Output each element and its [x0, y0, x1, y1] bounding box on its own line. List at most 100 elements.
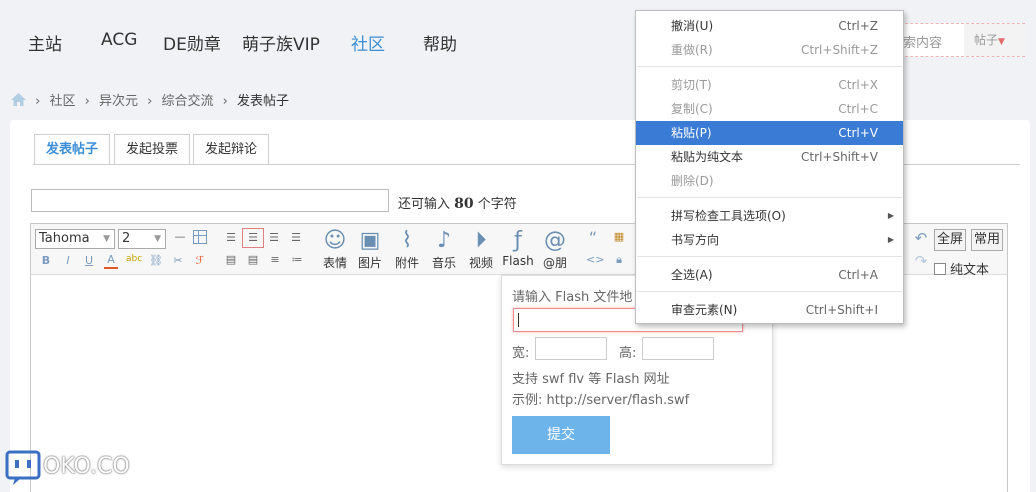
title-input[interactable] [31, 189, 389, 212]
context-menu: 撤消(U) Ctrl+Z 重做(R) Ctrl+Shift+Z 剪切(T) Ctrl+… [635, 10, 904, 324]
submenu-arrow-icon: ▶ [887, 235, 894, 244]
play-icon: ⏵ [475, 228, 487, 253]
video-button[interactable]: ⏵ 视频 [464, 228, 498, 271]
breadcrumb-forum[interactable]: 综合交流 [161, 94, 213, 109]
tab-new-debate[interactable]: 发起辩论 [193, 134, 269, 165]
link-icon[interactable]: ⛓ [148, 254, 164, 268]
redo-icon[interactable]: ↷ [913, 254, 929, 269]
nav-community[interactable]: 社区 [351, 30, 385, 55]
highlight-icon[interactable]: abc [126, 252, 142, 266]
home-icon[interactable] [11, 93, 26, 106]
nav-medal[interactable]: DE勋章 [163, 30, 221, 55]
align-right-icon[interactable]: ☰ [267, 231, 281, 245]
submit-button[interactable]: 提交 [512, 416, 610, 454]
paperclip-icon: ⌇ [401, 228, 413, 253]
nav-help[interactable]: 帮助 [423, 30, 457, 55]
code-icon[interactable]: <> [586, 253, 604, 267]
ordered-list-icon[interactable]: ≡ [268, 253, 282, 267]
flash-button[interactable]: ƒ Flash [501, 228, 535, 268]
dropdown-arrow-icon: ▼ [103, 234, 110, 244]
menu-item-writing-direction[interactable]: 书写方向 ▶ [636, 228, 903, 252]
plain-text-checkbox[interactable] [934, 263, 946, 275]
unlink-icon[interactable]: ✂ [170, 254, 186, 268]
font-color-icon[interactable]: A [104, 253, 118, 269]
quote-icon[interactable]: “ [586, 230, 600, 246]
menu-item-select-all[interactable]: 全选(A) Ctrl+A [636, 263, 903, 287]
menu-item-copy[interactable]: 复制(C) Ctrl+C [636, 97, 903, 121]
menu-item-inspect[interactable]: 审查元素(N) Ctrl+Shift+I [636, 298, 903, 322]
mention-button[interactable]: @ @朋 [538, 228, 572, 271]
width-label: 宽: [512, 346, 530, 361]
nav-vip[interactable]: 萌子族VIP [242, 30, 320, 55]
breadcrumb-section[interactable]: 异次元 [99, 94, 138, 109]
italic-icon[interactable]: I [62, 254, 74, 268]
image-button[interactable]: ▣ 图片 [353, 228, 387, 271]
float-left-icon[interactable]: ▤ [224, 253, 238, 267]
breadcrumb-sep: › [35, 94, 41, 109]
menu-item-paste[interactable]: 粘贴(P) Ctrl+V [636, 121, 903, 145]
align-left-icon[interactable]: ☰ [224, 231, 238, 245]
height-input[interactable] [642, 337, 714, 360]
breadcrumb-sep: › [222, 94, 228, 109]
search-scope-select[interactable]: 帖子▼ [964, 24, 1026, 56]
menu-item-delete[interactable]: 删除(D) [636, 169, 903, 193]
tab-new-poll[interactable]: 发起投票 [114, 134, 190, 165]
emoticon-button[interactable]: ☺ 表情 [318, 228, 352, 271]
common-button[interactable]: 常用 [971, 229, 1004, 251]
menu-separator [637, 291, 902, 292]
attachment-button[interactable]: ⌇ 附件 [390, 228, 424, 271]
unordered-list-icon[interactable]: ≔ [290, 253, 304, 267]
justify-icon[interactable]: ☰ [289, 231, 303, 245]
music-note-icon: ♪ [436, 228, 452, 253]
clear-format-icon[interactable]: ℱ [192, 254, 208, 268]
search-input[interactable]: 索内容 [903, 32, 942, 51]
plain-text-toggle[interactable]: 纯文本 [934, 259, 989, 278]
font-select[interactable]: Tahoma ▼ [35, 229, 115, 249]
free-icon[interactable]: ▦ [611, 230, 627, 244]
image-icon: ▣ [359, 228, 381, 253]
height-label: 高: [619, 346, 637, 361]
menu-item-spellcheck[interactable]: 拼写检查工具选项(O) ▶ [636, 204, 903, 228]
align-center-icon[interactable]: ☰ [242, 228, 264, 248]
dropdown-arrow-icon: ▼ [154, 234, 161, 244]
breadcrumb: › 社区 › 异次元 › 综合交流 › 发表帖子 [11, 90, 294, 109]
at-icon: @ [544, 228, 566, 253]
flash-url-label: 请输入 Flash 文件地 [512, 290, 633, 305]
menu-separator [637, 256, 902, 257]
flash-icon: ƒ [514, 228, 522, 253]
float-right-icon[interactable]: ▤ [246, 253, 260, 267]
undo-icon[interactable]: ↶ [913, 231, 929, 246]
breadcrumb-current: 发表帖子 [236, 94, 289, 109]
flash-hint-formats: 支持 swf flv 等 Flash 网址 [512, 372, 670, 387]
menu-item-paste-plain[interactable]: 粘贴为纯文本 Ctrl+Shift+V [636, 145, 903, 169]
horizontal-rule-icon[interactable]: — [173, 230, 187, 244]
chat-bubble-icon [5, 450, 41, 485]
smiley-icon: ☺ [323, 228, 347, 253]
underline-icon[interactable]: U [83, 254, 95, 268]
table-icon[interactable] [193, 230, 207, 244]
width-input[interactable] [535, 337, 607, 360]
nav-acg[interactable]: ACG [101, 30, 137, 50]
nav-home[interactable]: 主站 [28, 30, 62, 55]
fullscreen-button[interactable]: 全屏 [934, 229, 967, 251]
menu-separator [637, 66, 902, 67]
menu-separator [637, 197, 902, 198]
menu-item-cut[interactable]: 剪切(T) Ctrl+X [636, 73, 903, 97]
watermark-logo: OKO.CO [5, 448, 135, 488]
tab-new-post[interactable]: 发表帖子 [34, 134, 110, 165]
breadcrumb-sep: › [84, 94, 90, 109]
char-count-tip: 还可输入 80 个字符 [398, 196, 517, 212]
submenu-arrow-icon: ▶ [887, 211, 894, 220]
lock-icon[interactable]: 🔒︎ [611, 253, 627, 267]
breadcrumb-sep: › [147, 94, 153, 109]
menu-item-undo[interactable]: 撤消(U) Ctrl+Z [636, 14, 903, 38]
flash-hint-example: 示例: http://server/flash.swf [512, 393, 690, 408]
bold-icon[interactable]: B [40, 254, 52, 268]
breadcrumb-community[interactable]: 社区 [49, 94, 75, 109]
search-box: 索内容 帖子▼ [895, 23, 1026, 57]
caret-down-icon: ▼ [998, 37, 1005, 47]
menu-item-redo[interactable]: 重做(R) Ctrl+Shift+Z [636, 38, 903, 62]
music-button[interactable]: ♪ 音乐 [427, 228, 461, 271]
size-select[interactable]: 2 ▼ [118, 229, 166, 249]
remaining-count: 80 [454, 196, 474, 212]
